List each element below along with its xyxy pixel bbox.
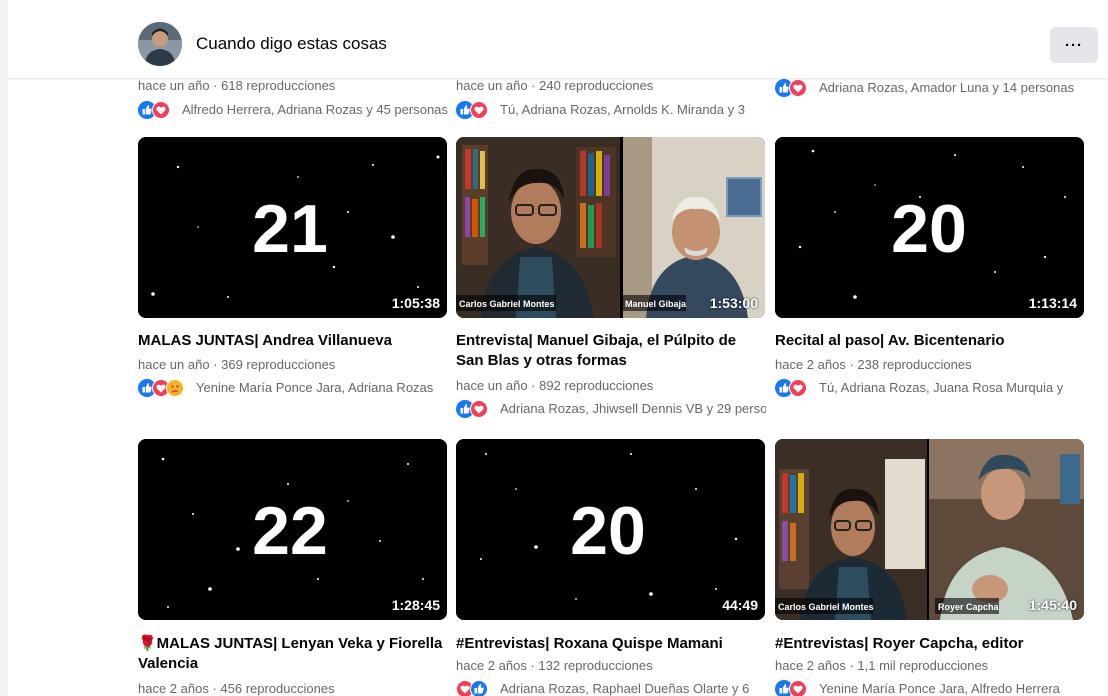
video-meta: hace un año · 892 reproducciones bbox=[456, 378, 654, 393]
reactions-names: Adriana Rozas, Amador Luna y 14 personas bbox=[819, 80, 1075, 95]
video-meta: hace 2 años · 238 reproducciones bbox=[775, 357, 972, 372]
video-title[interactable]: Recital al paso| Av. Bicentenario bbox=[775, 331, 1085, 351]
content-area: Cuando digo estas cosas ··· hace un año … bbox=[8, 0, 1108, 696]
video-duration: 1:28:45 bbox=[391, 597, 440, 613]
reactions-row[interactable]: Yenine María Ponce Jara, Adriana Rozas bbox=[138, 378, 450, 398]
participant-name: Carlos Gabriel Montes bbox=[778, 602, 874, 612]
video-thumbnail[interactable]: Carlos Gabriel Montes Manuel Gibaja 1:53… bbox=[456, 137, 765, 318]
more-options-button[interactable]: ··· bbox=[1050, 27, 1098, 63]
care-icon bbox=[166, 379, 184, 397]
thumbnail-number: 22 bbox=[252, 493, 328, 569]
love-icon bbox=[152, 101, 170, 119]
video-meta: hace un año · 240 reproducciones bbox=[456, 78, 654, 93]
reactions-names: Tú, Adriana Rozas, Juana Rosa Murquia y bbox=[819, 380, 1064, 395]
video-thumbnail[interactable]: 20 44:49 bbox=[456, 439, 765, 620]
like-icon bbox=[470, 680, 488, 696]
video-thumbnail[interactable]: 21 1:05:38 bbox=[138, 137, 447, 318]
love-icon bbox=[789, 379, 807, 397]
reactions-row[interactable]: Adriana Rozas, Raphael Dueñas Olarte y 6 bbox=[456, 679, 766, 696]
page-title: Cuando digo estas cosas bbox=[196, 34, 387, 53]
reactions-names: Yenine María Ponce Jara, Alfredo Herrera bbox=[819, 681, 1060, 696]
love-icon bbox=[789, 79, 807, 97]
video-thumbnail[interactable]: Carlos Gabriel Montes Royer Capcha 1:45:… bbox=[775, 439, 1084, 620]
video-meta: hace 2 años · 456 reproducciones bbox=[138, 681, 335, 696]
reactions-row[interactable]: Yenine María Ponce Jara, Alfredo Herrera bbox=[775, 679, 1100, 696]
video-meta: hace 2 años · 132 reproducciones bbox=[456, 658, 653, 673]
love-icon bbox=[470, 400, 488, 418]
reactions-names: Adriana Rozas, Jhiwsell Dennis VB y 29 p… bbox=[500, 401, 766, 416]
thumbnail-number: 20 bbox=[891, 191, 967, 267]
reactions-names: Yenine María Ponce Jara, Adriana Rozas bbox=[196, 380, 434, 395]
reactions-row[interactable]: Adriana Rozas, Jhiwsell Dennis VB y 29 p… bbox=[456, 399, 766, 419]
video-duration: 1:45:40 bbox=[1028, 597, 1077, 613]
reactions-names: Tú, Adriana Rozas, Arnolds K. Miranda y … bbox=[500, 102, 745, 117]
participant-name: Royer Capcha bbox=[938, 602, 1000, 612]
reactions-row[interactable]: Tú, Adriana Rozas, Juana Rosa Murquia y bbox=[775, 378, 1100, 398]
video-title[interactable]: #Entrevistas| Roxana Quispe Mamani bbox=[456, 634, 766, 654]
video-duration: 1:13:14 bbox=[1028, 295, 1077, 311]
video-duration: 44:49 bbox=[722, 597, 758, 613]
love-icon bbox=[789, 680, 807, 696]
video-title[interactable]: Entrevista| Manuel Gibaja, el Púlpito de… bbox=[456, 331, 766, 371]
page-header: Cuando digo estas cosas ··· bbox=[8, 0, 1108, 78]
video-meta: hace un año · 369 reproducciones bbox=[138, 357, 336, 372]
avatar[interactable] bbox=[138, 22, 182, 66]
video-meta: hace un año · 618 reproducciones bbox=[138, 78, 336, 93]
reactions-names: Adriana Rozas, Raphael Dueñas Olarte y 6 bbox=[500, 681, 750, 696]
reactions-row[interactable]: Tú, Adriana Rozas, Arnolds K. Miranda y … bbox=[456, 100, 766, 120]
participant-name: Manuel Gibaja bbox=[625, 299, 687, 309]
video-duration: 1:05:38 bbox=[391, 295, 440, 311]
video-thumbnail[interactable]: 22 1:28:45 bbox=[138, 439, 447, 620]
thumbnail-number: 20 bbox=[570, 493, 646, 569]
reactions-row[interactable]: Alfredo Herrera, Adriana Rozas y 45 pers… bbox=[138, 100, 450, 120]
love-icon bbox=[470, 101, 488, 119]
reactions-names: Alfredo Herrera, Adriana Rozas y 45 pers… bbox=[182, 102, 448, 117]
video-thumbnail[interactable]: 20 1:13:14 bbox=[775, 137, 1084, 318]
video-title[interactable]: 🌹MALAS JUNTAS| Lenyan Veka y Fiorella Va… bbox=[138, 634, 448, 674]
video-duration: 1:53:00 bbox=[709, 295, 758, 311]
video-meta: hace 2 años · 1,1 mil reproducciones bbox=[775, 658, 989, 673]
participant-name: Carlos Gabriel Montes bbox=[459, 299, 555, 309]
video-title[interactable]: #Entrevistas| Royer Capcha, editor bbox=[775, 634, 1085, 654]
video-title[interactable]: MALAS JUNTAS| Andrea Villanueva bbox=[138, 331, 448, 351]
reactions-row[interactable]: Adriana Rozas, Amador Luna y 14 personas bbox=[775, 78, 1100, 98]
thumbnail-number: 21 bbox=[252, 191, 328, 267]
